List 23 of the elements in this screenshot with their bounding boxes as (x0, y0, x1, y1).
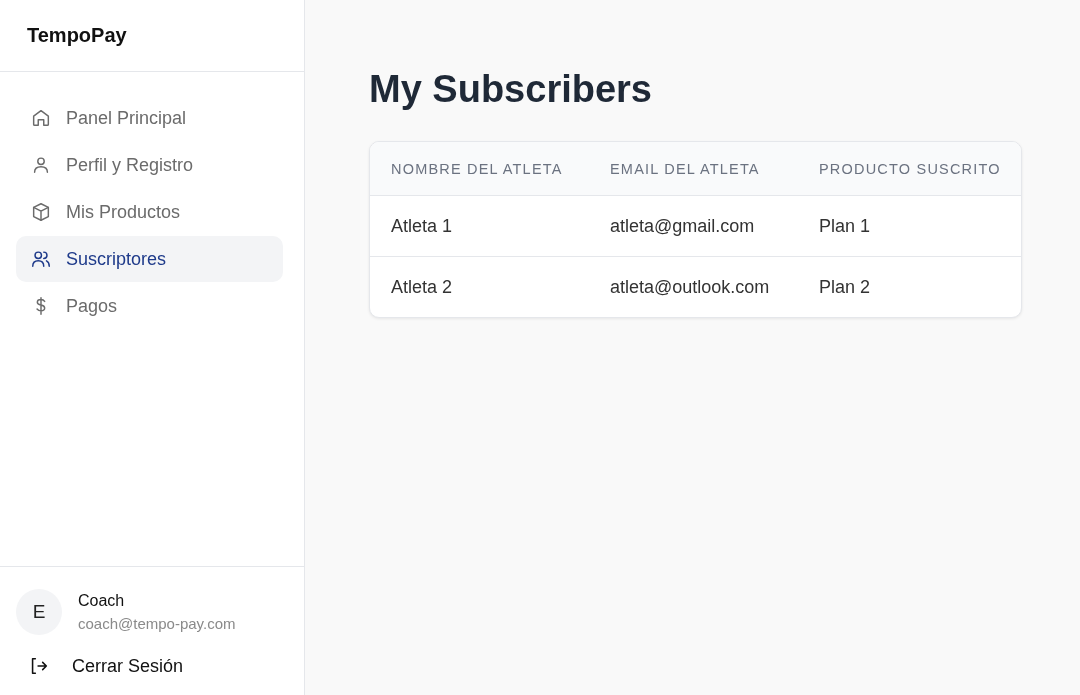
user-avatar: E (16, 589, 62, 635)
page-title: My Subscribers (369, 68, 653, 111)
table-cell-text: atleta@gmail.com (610, 215, 756, 237)
table-cell-text: atleta@outlook.com (610, 276, 771, 298)
brand-name: TempoPay (27, 24, 127, 47)
users-icon (30, 248, 52, 270)
user-name: Coach (78, 592, 126, 610)
sidebar-item[interactable]: Pagos (16, 283, 283, 329)
sidebar-item[interactable]: Suscriptores (16, 236, 283, 282)
box-icon (30, 201, 52, 223)
column-header: EMAIL DEL ATLETA (610, 160, 761, 177)
sidebar-item[interactable]: Perfil y Registro (16, 142, 283, 188)
table-cell-text: Plan 1 (819, 215, 872, 237)
user-email: coach@tempo-pay.com (78, 615, 236, 632)
table-cell-text: Atleta 2 (391, 276, 454, 298)
column-header: NOMBRE DEL ATLETA (391, 160, 564, 177)
home-icon (30, 107, 52, 129)
table-cell-text: Atleta 1 (391, 215, 454, 237)
sidebar-item[interactable]: Panel Principal (16, 95, 283, 141)
sidebar-item[interactable]: Mis Productos (16, 189, 283, 235)
column-header: PRODUCTO SUSCRITO (819, 160, 1002, 177)
table-cell-text: Plan 2 (819, 276, 872, 298)
logout-button[interactable]: Cerrar Sesión (16, 655, 288, 677)
